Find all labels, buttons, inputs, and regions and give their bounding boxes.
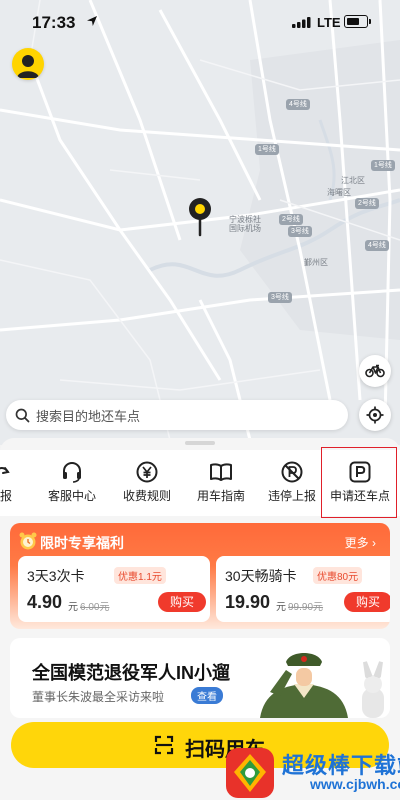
price-unit: 元 bbox=[276, 602, 286, 613]
original-price: 6.00元 bbox=[80, 602, 110, 613]
report-icon bbox=[0, 467, 10, 474]
network-type: LTE bbox=[317, 15, 341, 30]
discount-badge: 优惠1.1元 bbox=[114, 567, 166, 584]
quick-action-label: 收费规则 bbox=[122, 489, 171, 503]
road-badge: 2号线 bbox=[279, 214, 303, 225]
user-icon bbox=[17, 55, 39, 78]
view-button[interactable]: 查看 bbox=[191, 687, 223, 704]
bicycle-icon bbox=[365, 364, 385, 378]
discount-badge: 优惠80元 bbox=[313, 567, 363, 584]
quick-action-fee-rules[interactable]: 收费规则 bbox=[110, 450, 184, 516]
headset-icon bbox=[63, 461, 81, 483]
buy-button[interactable]: 购买 bbox=[344, 592, 390, 612]
crosshair-icon bbox=[366, 406, 384, 424]
news-headline: 全国模范退役军人IN小遛 bbox=[32, 663, 230, 683]
road-badge: 1号线 bbox=[371, 160, 395, 171]
card-price: 4.90 bbox=[27, 592, 63, 612]
panel-drag-handle[interactable] bbox=[185, 441, 215, 445]
promo-more-link[interactable]: 更多 › bbox=[345, 534, 376, 551]
quick-action-illegal-parking[interactable]: 违停上报 bbox=[260, 450, 324, 516]
search-icon bbox=[15, 408, 30, 423]
status-bar: 17:33 LTE bbox=[0, 0, 400, 44]
watermark-url: www.cjbwh.com bbox=[310, 776, 400, 792]
card-name: 30天畅骑卡 bbox=[225, 568, 297, 584]
quick-action-report[interactable]: 上报 bbox=[0, 450, 32, 516]
quick-action-label: 上报 bbox=[0, 489, 12, 503]
road-badge: 2号线 bbox=[355, 198, 379, 209]
card-name: 3天3次卡 bbox=[27, 568, 85, 584]
watermark-overlay: 超级棒下载站 www.cjbwh.com bbox=[218, 746, 400, 800]
search-placeholder: 搜索目的地还车点 bbox=[36, 408, 141, 424]
road-badge: 3号线 bbox=[268, 292, 292, 303]
location-arrow-icon bbox=[87, 16, 97, 26]
map-label-jiangbei: 江北区 bbox=[341, 176, 365, 185]
promo-card[interactable]: 3天3次卡 优惠1.1元 4.90 元 6.00元 购买 bbox=[18, 556, 210, 622]
promo-section: 限时专享福利 更多 › 3天3次卡 优惠1.1元 4.90 元 6.00元 购买… bbox=[10, 523, 390, 629]
soldier-illustration bbox=[260, 653, 384, 718]
quick-action-customer-service[interactable]: 客服中心 bbox=[40, 450, 104, 516]
destination-search[interactable]: 搜索目的地还车点 bbox=[6, 400, 348, 430]
map-label-yinzhou: 鄞州区 bbox=[304, 258, 328, 267]
alarm-clock-icon bbox=[19, 532, 37, 550]
map-label-airport: 宁波栎社 国际机场 bbox=[229, 215, 261, 233]
road-badge: 4号线 bbox=[365, 240, 389, 251]
signal-icon bbox=[292, 17, 311, 28]
map-label-haishu: 海曙区 bbox=[327, 188, 351, 197]
promo-card[interactable]: 30天畅骑卡 优惠80元 19.90 元 99.90元 购买 bbox=[216, 556, 390, 622]
battery-icon bbox=[344, 15, 371, 28]
book-icon bbox=[210, 463, 232, 481]
scan-icon bbox=[154, 735, 174, 755]
buy-button[interactable]: 购买 bbox=[158, 592, 206, 612]
road-badge: 1号线 bbox=[255, 144, 279, 155]
card-price: 19.90 bbox=[225, 592, 271, 612]
avatar[interactable] bbox=[12, 48, 44, 80]
road-badge: 3号线 bbox=[288, 226, 312, 237]
original-price: 99.90元 bbox=[288, 602, 324, 613]
price-unit: 元 bbox=[68, 602, 78, 613]
news-banner[interactable]: 全国模范退役军人IN小遛 董事长朱波最全采访来啦 查看 bbox=[10, 638, 390, 718]
road-badge: 4号线 bbox=[286, 99, 310, 110]
watermark-logo-icon bbox=[226, 748, 274, 798]
highlight-box bbox=[321, 447, 397, 518]
locate-me-button[interactable] bbox=[359, 399, 391, 431]
yuan-coin-icon bbox=[136, 461, 158, 483]
quick-action-guide[interactable]: 用车指南 bbox=[184, 450, 258, 516]
news-subtitle: 董事长朱波最全采访来啦 bbox=[32, 690, 165, 704]
bike-filter-button[interactable] bbox=[359, 355, 391, 387]
no-parking-icon bbox=[281, 461, 303, 483]
quick-action-label: 用车指南 bbox=[196, 489, 245, 503]
promo-title: 限时专享福利 bbox=[40, 535, 124, 551]
status-time: 17:33 bbox=[32, 13, 76, 32]
quick-action-label: 违停上报 bbox=[267, 489, 316, 503]
quick-action-label: 客服中心 bbox=[47, 489, 96, 503]
map-pin-icon bbox=[189, 198, 211, 237]
